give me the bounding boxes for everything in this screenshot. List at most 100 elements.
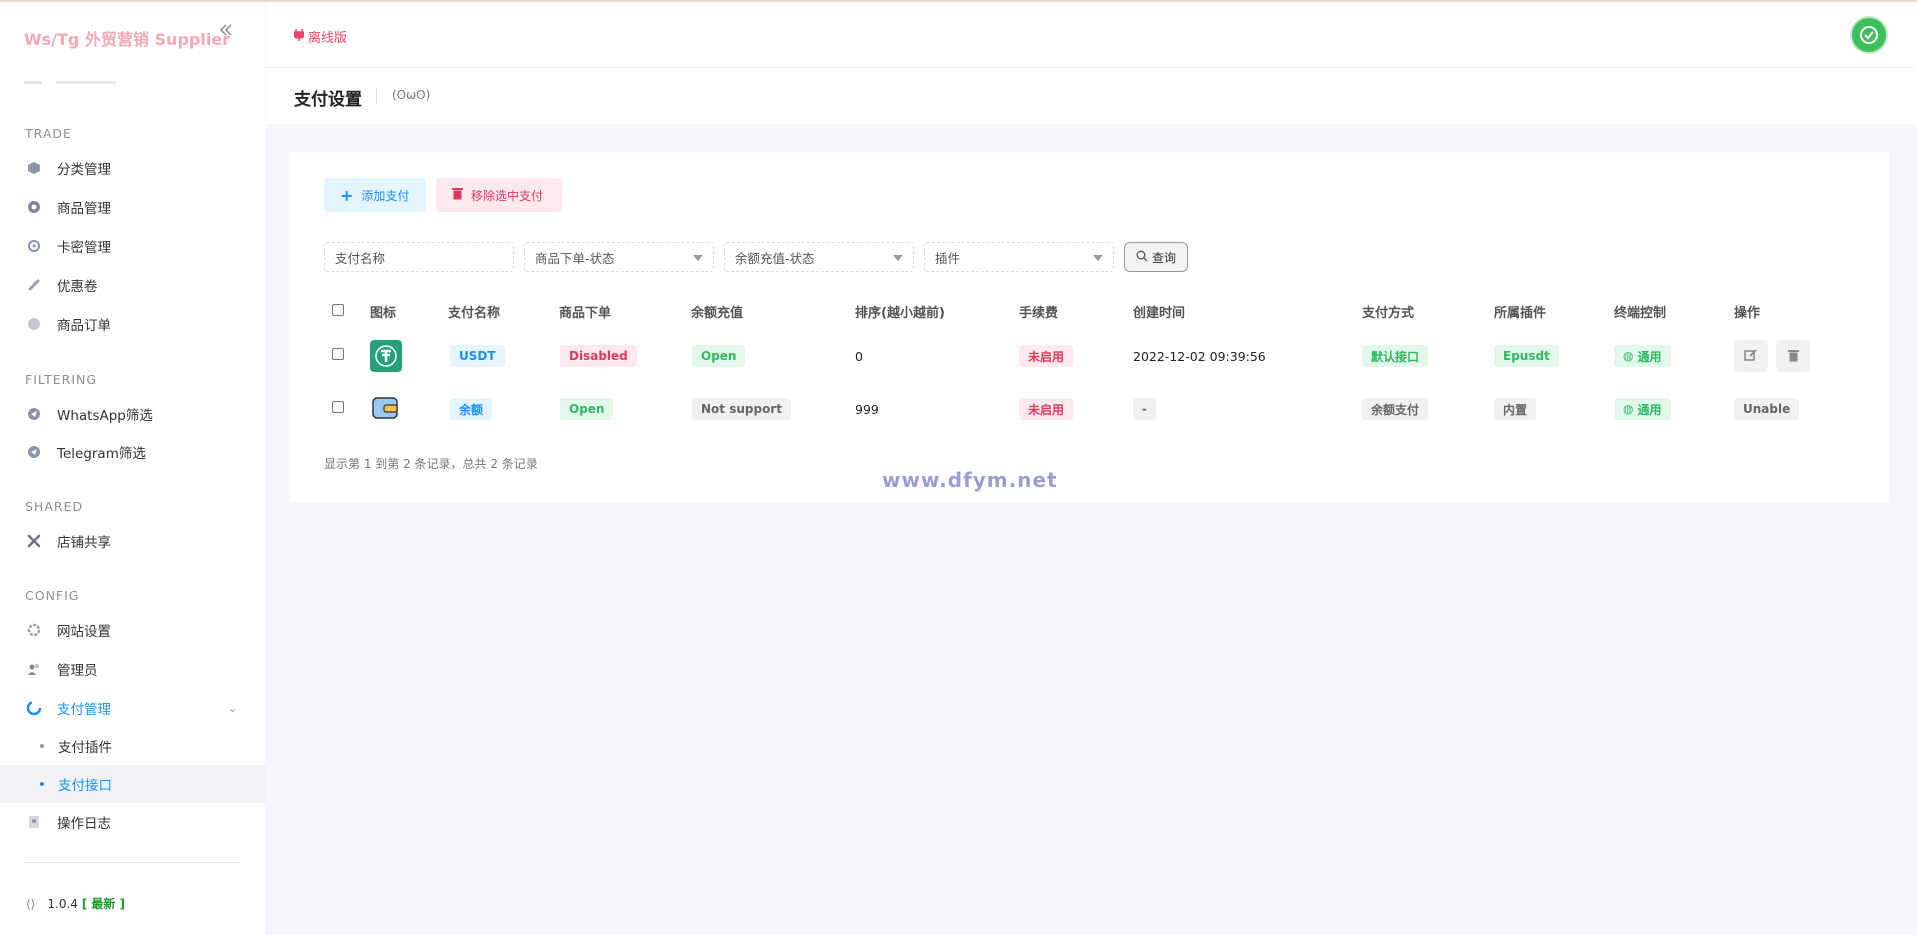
col-terminal: 终端控制	[1614, 306, 1667, 321]
plug-icon	[293, 28, 305, 45]
col-name: 支付名称	[448, 306, 501, 321]
created-time: 2022-12-02 09:39:56	[1133, 349, 1266, 364]
order-status-tag: Open	[560, 398, 614, 420]
recharge-status-value: 余额充值-状态	[735, 250, 815, 266]
col-plugin: 所属插件	[1494, 306, 1547, 321]
row-checkbox[interactable]	[332, 401, 344, 413]
top-header: 离线版	[266, 2, 1917, 68]
edit-button[interactable]	[1734, 340, 1768, 372]
row-checkbox[interactable]	[332, 348, 344, 360]
log-icon	[26, 814, 42, 830]
sidebar-item-label: WhatsApp筛选	[57, 408, 153, 424]
page-title: 支付设置	[294, 90, 362, 110]
collapse-sidebar-icon[interactable]	[218, 22, 238, 46]
sidebar-item-label: 支付管理	[57, 702, 111, 718]
version-info: ⟨⟩ 1.0.4 [ 最新 ]	[26, 895, 125, 912]
remove-selected-label: 移除选中支付	[471, 188, 544, 203]
users-icon	[26, 661, 42, 677]
col-order: 商品下单	[559, 306, 612, 321]
cube-icon	[26, 160, 42, 176]
sidebar-item-telegram-filter[interactable]: Telegram筛选	[0, 433, 265, 471]
plugin-select[interactable]: 插件	[924, 242, 1114, 272]
order-status-value: 商品下单-状态	[535, 250, 615, 266]
sidebar-item-site-settings[interactable]: 网站设置	[0, 611, 265, 649]
sidebar-item-products[interactable]: 商品管理	[0, 188, 265, 226]
sidebar-item-orders[interactable]: 商品订单	[0, 305, 265, 343]
sidebar: Ws/Tg 外贸营销 Supplier TRADE 分类管理 商品管理 卡密管理…	[0, 2, 265, 935]
sidebar-item-label: 卡密管理	[57, 240, 111, 256]
sidebar-item-card-keys[interactable]: 卡密管理	[0, 227, 265, 265]
terminal-label: 通用	[1637, 349, 1662, 364]
sidebar-item-admins[interactable]: 管理员	[0, 650, 265, 688]
user-avatar[interactable]	[1852, 18, 1886, 52]
sidebar-item-whatsapp-filter[interactable]: WhatsApp筛选	[0, 395, 265, 433]
sidebar-item-payment-management[interactable]: 支付管理 ⌄	[0, 689, 265, 727]
order-status-tag: Disabled	[560, 345, 637, 367]
caret-down-icon	[1093, 255, 1103, 261]
trash-icon	[1787, 347, 1799, 366]
query-button[interactable]: 查询	[1124, 242, 1188, 272]
version-number: 1.0.4	[47, 897, 78, 911]
sidebar-item-label: 支付接口	[58, 778, 112, 794]
sidebar-divider	[25, 862, 239, 863]
order-icon	[26, 316, 42, 332]
send-icon	[26, 406, 42, 422]
sort-value: 999	[855, 402, 879, 417]
wallet-icon	[372, 396, 400, 420]
fee-tag: 未启用	[1019, 345, 1074, 367]
col-icon: 图标	[370, 306, 397, 321]
delete-button[interactable]	[1776, 340, 1810, 372]
trash-icon	[452, 187, 463, 203]
payment-method-tag: 余额支付	[1362, 398, 1429, 420]
sidebar-item-operation-log[interactable]: 操作日志	[0, 803, 265, 841]
add-payment-label: 添加支付	[361, 188, 410, 203]
recharge-status-tag: Open	[692, 345, 746, 367]
sidebar-item-payment-plugins[interactable]: 支付插件	[0, 727, 265, 765]
recharge-status-select[interactable]: 余额充值-状态	[724, 242, 914, 272]
pagination-info: 显示第 1 到第 2 条记录，总共 2 条记录	[324, 457, 538, 471]
query-label: 查询	[1151, 250, 1176, 265]
payment-card: + 添加支付 移除选中支付 支付名称 商品下单-状态 余额充值-状态 插件 查询…	[290, 152, 1889, 502]
sidebar-item-label: 商品订单	[57, 318, 111, 334]
section-config: CONFIG	[25, 588, 80, 603]
sidebar-item-coupons[interactable]: 优惠卷	[0, 266, 265, 304]
page-titlebar: 支付设置 (ʘωʘ)	[266, 68, 1917, 124]
payment-name-input[interactable]: 支付名称	[324, 242, 514, 272]
fee-tag: 未启用	[1019, 398, 1074, 420]
section-filtering: FILTERING	[25, 372, 98, 387]
gear-icon	[26, 622, 42, 638]
col-method: 支付方式	[1362, 306, 1415, 321]
sidebar-item-label: 支付插件	[58, 740, 112, 756]
plus-icon: +	[340, 185, 354, 205]
sidebar-item-shop-share[interactable]: 店铺共享	[0, 522, 265, 560]
sidebar-item-payment-interfaces[interactable]: 支付接口	[0, 765, 265, 803]
brand-title[interactable]: Ws/Tg 外贸营销 Supplier	[24, 26, 230, 50]
offline-label[interactable]: 离线版	[293, 27, 348, 46]
bullet-icon	[40, 782, 44, 786]
edit-icon	[1744, 347, 1758, 366]
sidebar-item-label: 操作日志	[57, 816, 111, 832]
sidebar-item-label: 分类管理	[57, 162, 111, 178]
sidebar-item-label: Telegram筛选	[57, 446, 146, 462]
created-time: -	[1133, 398, 1156, 420]
sidebar-item-label: 商品管理	[57, 201, 111, 217]
terminal-tag: ◍ 通用	[1614, 345, 1671, 367]
globe-icon: ◍	[1623, 349, 1634, 363]
add-payment-button[interactable]: + 添加支付	[324, 178, 426, 212]
sort-value: 0	[855, 349, 863, 364]
caret-down-icon	[893, 255, 903, 261]
sidebar-item-category[interactable]: 分类管理	[0, 149, 265, 187]
sidebar-item-cut-off[interactable]	[24, 72, 144, 84]
payment-name-tag: USDT	[450, 345, 505, 367]
plugin-value: 插件	[935, 250, 961, 266]
col-sort: 排序(越小越前)	[855, 306, 945, 321]
gear-icon	[26, 238, 42, 254]
remove-selected-button[interactable]: 移除选中支付	[436, 178, 562, 212]
plugin-tag: Epusdt	[1494, 345, 1559, 367]
offline-text: 离线版	[308, 31, 348, 46]
order-status-select[interactable]: 商品下单-状态	[524, 242, 714, 272]
col-recharge: 余额充值	[691, 306, 744, 321]
bullet-icon	[40, 744, 44, 748]
select-all-checkbox[interactable]	[332, 304, 344, 316]
col-actions: 操作	[1734, 306, 1761, 321]
